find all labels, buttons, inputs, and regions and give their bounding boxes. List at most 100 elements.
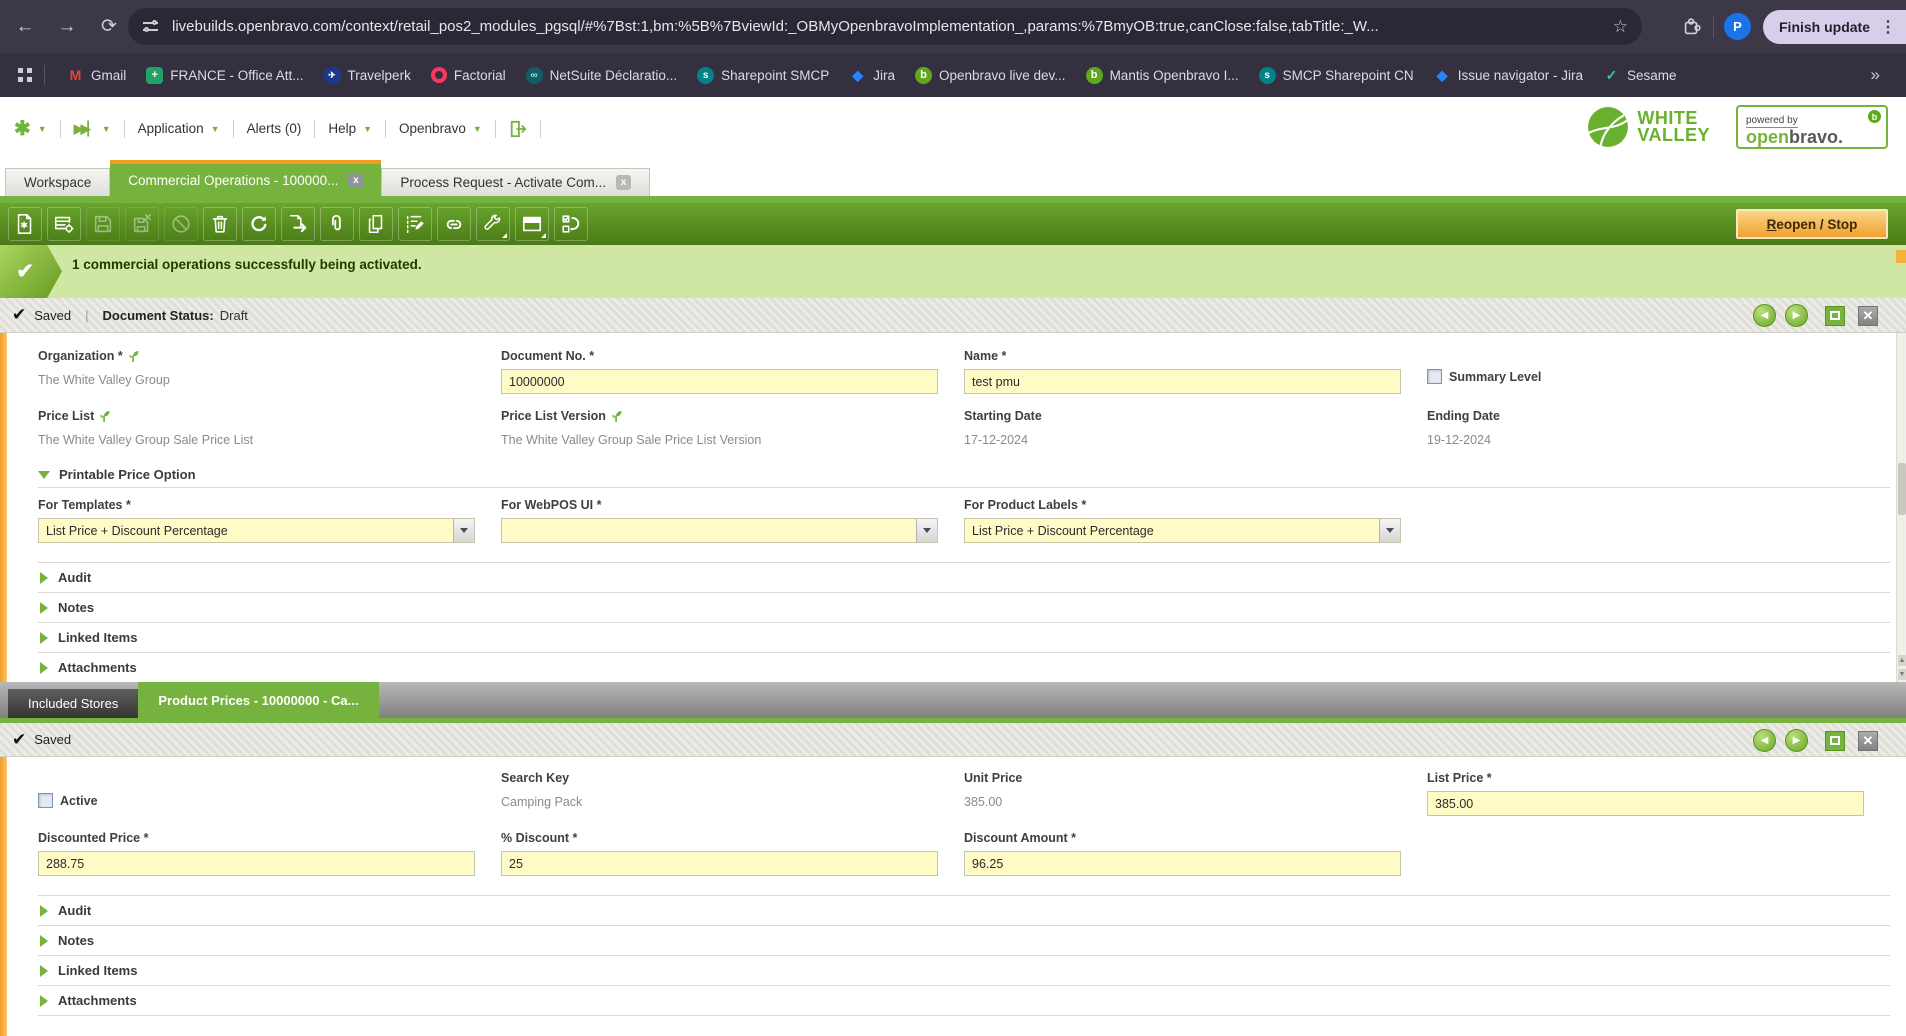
apps-grid-icon[interactable] — [18, 68, 32, 82]
section-notes[interactable]: Notes — [38, 593, 1890, 623]
bookmark-sesame[interactable]: ✓Sesame — [1603, 67, 1677, 84]
refresh-button[interactable] — [242, 207, 276, 241]
undo-changes-button[interactable] — [164, 207, 198, 241]
bookmarks-bar: MGmail +FRANCE - Office Att... ✈Travelpe… — [0, 53, 1906, 97]
section-printable-price-option[interactable]: Printable Price Option — [38, 462, 1890, 488]
previous-record-button[interactable]: ◀ — [1753, 729, 1776, 752]
export-button[interactable] — [281, 207, 315, 241]
process-button[interactable] — [554, 207, 588, 241]
child-record-statusbar: ✔ Saved ◀ ▶ ✕ — [0, 723, 1906, 757]
delete-button[interactable] — [203, 207, 237, 241]
bookmark-sharepoint-smcp[interactable]: sSharepoint SMCP — [697, 67, 829, 84]
bookmark-openbravo-live[interactable]: bOpenbravo live dev... — [915, 67, 1066, 84]
tab-commercial-operations[interactable]: Commercial Operations - 100000... x — [110, 160, 381, 196]
help-menu[interactable]: Help▼ — [328, 121, 372, 136]
link-button[interactable] — [437, 207, 471, 241]
next-record-button[interactable]: ▶ — [1785, 304, 1808, 327]
browser-menu-icon[interactable]: ⋮ — [1880, 17, 1896, 37]
alerts-menu[interactable]: Alerts (0) — [247, 121, 302, 136]
active-checkbox[interactable] — [38, 793, 53, 808]
save-button[interactable] — [86, 207, 120, 241]
finish-update-button[interactable]: Finish update ⋮ — [1763, 10, 1906, 44]
form-scrollbar[interactable]: ▲ ▼ — [1896, 333, 1906, 682]
tab-included-stores[interactable]: Included Stores — [8, 689, 138, 718]
scrollbar-thumb[interactable] — [1898, 463, 1906, 515]
scroll-up-icon[interactable]: ▲ — [1898, 655, 1906, 666]
back-icon[interactable]: ← — [8, 10, 42, 44]
bookmark-smcp-sharepoint[interactable]: sSMCP Sharepoint CN — [1259, 67, 1414, 84]
close-tab-icon[interactable]: x — [348, 173, 363, 188]
dropdown-arrow-icon[interactable] — [1379, 519, 1400, 542]
address-bar[interactable]: livebuilds.openbravo.com/context/retail_… — [128, 8, 1642, 45]
close-form-button[interactable]: ✕ — [1858, 731, 1878, 751]
name-input[interactable] — [964, 369, 1401, 394]
expand-triangle-icon — [40, 965, 48, 977]
bookmark-travelperk[interactable]: ✈Travelperk — [324, 67, 411, 84]
document-no-input[interactable] — [501, 369, 938, 394]
close-tab-icon[interactable]: x — [616, 175, 631, 190]
extensions-icon[interactable] — [1681, 16, 1703, 38]
logout-button[interactable] — [509, 120, 527, 138]
maximize-button[interactable] — [1825, 731, 1845, 751]
link-out-icon[interactable] — [128, 350, 139, 363]
bookmark-mantis[interactable]: bMantis Openbravo I... — [1086, 67, 1239, 84]
reopen-stop-button[interactable]: Reopen / Stop — [1736, 209, 1888, 239]
dropdown-arrow-icon[interactable] — [916, 519, 937, 542]
link-out-icon[interactable] — [99, 410, 110, 423]
discounted-price-input[interactable] — [38, 851, 475, 876]
quick-create-menu[interactable]: ▶▶▏▼ — [74, 121, 111, 137]
url-text[interactable]: livebuilds.openbravo.com/context/retail_… — [172, 18, 1603, 35]
bookmark-france-office[interactable]: +FRANCE - Office Att... — [146, 67, 303, 84]
message-close-button[interactable] — [1896, 250, 1906, 263]
for-templates-select[interactable]: List Price + Discount Percentage — [38, 518, 475, 543]
dropdown-arrow-icon[interactable] — [453, 519, 474, 542]
close-form-button[interactable]: ✕ — [1858, 306, 1878, 326]
more-bookmarks-icon[interactable]: » — [1871, 65, 1880, 85]
maximize-button[interactable] — [1825, 306, 1845, 326]
bookmark-jira[interactable]: ◆Jira — [849, 67, 895, 84]
site-settings-icon[interactable] — [142, 18, 160, 36]
section-linked-items[interactable]: Linked Items — [38, 623, 1890, 653]
list-price-input[interactable] — [1427, 791, 1864, 816]
percent-discount-input[interactable] — [501, 851, 938, 876]
profile-avatar[interactable]: P — [1724, 13, 1751, 40]
divider — [1713, 16, 1714, 38]
previous-record-button[interactable]: ◀ — [1753, 304, 1776, 327]
section-attachments[interactable]: Attachments — [38, 986, 1890, 1016]
bookmark-factorial[interactable]: Factorial — [431, 67, 506, 83]
section-attachments[interactable]: Attachments — [38, 653, 1890, 683]
save-close-button[interactable] — [125, 207, 159, 241]
edit-grid-button[interactable] — [398, 207, 432, 241]
new-row-button[interactable] — [47, 207, 81, 241]
section-linked-items[interactable]: Linked Items — [38, 956, 1890, 986]
collapse-triangle-icon — [38, 471, 50, 479]
section-audit[interactable]: Audit — [38, 563, 1890, 593]
field-price-list: Price List The White Valley Group Sale P… — [38, 407, 501, 447]
bookmark-issue-navigator[interactable]: ◆Issue navigator - Jira — [1434, 67, 1583, 84]
attachments-button[interactable] — [320, 207, 354, 241]
clone-record-button[interactable] — [359, 207, 393, 241]
user-menu[interactable]: Openbravo▼ — [399, 121, 482, 136]
tools-button[interactable] — [476, 207, 510, 241]
for-webpos-select[interactable] — [501, 518, 938, 543]
link-out-icon[interactable] — [611, 410, 622, 423]
section-audit[interactable]: Audit — [38, 896, 1890, 926]
tab-process-request[interactable]: Process Request - Activate Com... x — [381, 168, 650, 196]
bookmark-star-icon[interactable]: ☆ — [1613, 17, 1628, 37]
forward-icon[interactable]: → — [50, 10, 84, 44]
next-record-button[interactable]: ▶ — [1785, 729, 1808, 752]
bookmark-gmail[interactable]: MGmail — [67, 67, 126, 84]
tab-workspace[interactable]: Workspace — [5, 168, 110, 196]
tab-product-prices[interactable]: Product Prices - 10000000 - Ca... — [138, 682, 378, 718]
scroll-down-icon[interactable]: ▼ — [1898, 669, 1906, 680]
for-product-labels-select[interactable]: List Price + Discount Percentage — [964, 518, 1401, 543]
bookmark-netsuite[interactable]: ∞NetSuite Déclaratio... — [526, 67, 678, 84]
application-menu[interactable]: Application▼ — [138, 121, 220, 136]
reload-icon[interactable]: ⟳ — [92, 10, 126, 44]
quick-launch-menu[interactable]: ✱▼ — [14, 116, 47, 141]
summary-level-checkbox[interactable] — [1427, 369, 1442, 384]
new-record-button[interactable] — [8, 207, 42, 241]
discount-amount-input[interactable] — [964, 851, 1401, 876]
form-view-button[interactable] — [515, 207, 549, 241]
section-notes[interactable]: Notes — [38, 926, 1890, 956]
